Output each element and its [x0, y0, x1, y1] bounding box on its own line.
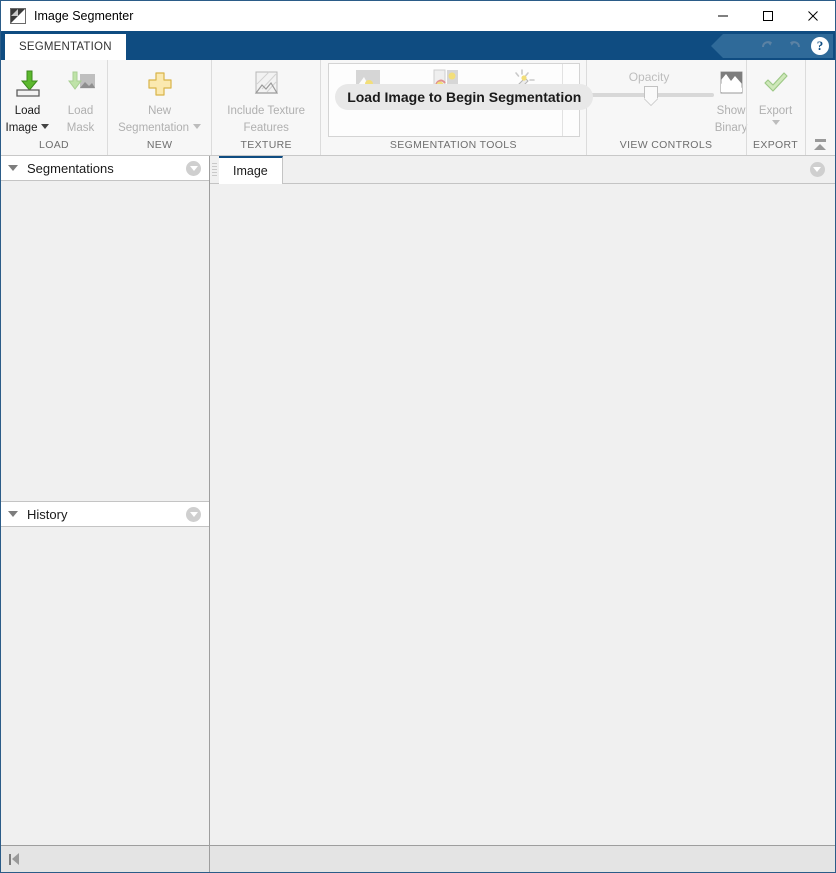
ribbon-group-segmentation-tools-title: SEGMENTATION TOOLS [389, 139, 517, 151]
ribbon-group-export-title: EXPORT [752, 139, 799, 151]
ribbon-quick-actions: ? [711, 34, 833, 58]
new-segmentation-button: New Segmentation [110, 64, 210, 135]
ribbon-group-view-controls: Opacity Show Binary VIEW CONTROLS [584, 60, 748, 155]
ribbon-group-new-segmentation: New Segmentation NEW SEGMENTATION [107, 60, 211, 166]
ribbon-group-new-segmentation-title: NEW SEGMENTATION [116, 139, 202, 166]
status-bar [1, 845, 835, 872]
tab-image[interactable]: Image [219, 156, 283, 184]
ribbon-group-export: Export EXPORT [745, 60, 805, 155]
segmentations-panel-title: Segmentations [27, 160, 114, 176]
ribbon-group-texture: Include Texture Features TEXTURE [211, 60, 320, 155]
left-panel-column: Segmentations History [1, 156, 210, 845]
segmentations-panel-menu-button[interactable] [186, 160, 201, 176]
panel-collapse-icon[interactable] [8, 511, 18, 517]
segmentations-panel-header: Segmentations [1, 156, 209, 181]
panel-collapse-icon[interactable] [8, 165, 18, 171]
document-column: Image [210, 156, 835, 845]
drag-grip-icon[interactable] [210, 156, 219, 183]
status-bar-left [1, 846, 210, 872]
chevron-down-icon [771, 120, 780, 125]
document-tab-bar: Image [210, 156, 835, 184]
status-bar-right [210, 846, 835, 872]
close-button[interactable] [790, 1, 835, 31]
history-panel: History [1, 501, 209, 845]
ribbon-group-texture-title: TEXTURE [240, 139, 292, 151]
collapse-ribbon-icon [812, 139, 828, 153]
minimize-button[interactable] [700, 1, 745, 31]
image-canvas[interactable] [210, 184, 835, 845]
app-icon [10, 8, 26, 24]
load-image-label-1: Load [14, 105, 41, 117]
document-menu-icon-wrap [809, 162, 825, 177]
load-mask-button: Load Mask [54, 64, 107, 135]
new-segmentation-icon [143, 67, 177, 101]
history-panel-body[interactable] [1, 527, 209, 845]
load-mask-label-1: Load [67, 105, 94, 117]
history-panel-header: History [1, 501, 209, 527]
help-icon-glyph: ? [811, 37, 829, 55]
maximize-button[interactable] [745, 1, 790, 31]
segmentations-panel: Segmentations [1, 156, 209, 501]
load-mask-icon [64, 67, 98, 101]
show-binary-button: Show Binary [714, 64, 748, 135]
new-segmentation-label-2: Segmentation [118, 122, 190, 134]
ribbon-group-segmentation-tools: Cut [320, 60, 594, 155]
load-image-label-2: Image [5, 122, 38, 134]
opacity-slider[interactable] [584, 86, 715, 99]
panel-menu-icon [189, 165, 198, 171]
show-binary-label-2: Binary [714, 122, 748, 134]
tab-segmentation[interactable]: SEGMENTATION [5, 34, 126, 60]
load-image-button[interactable]: Load Image [1, 64, 54, 135]
export-button: Export [748, 64, 804, 125]
segmentations-panel-body[interactable] [1, 181, 209, 501]
panel-menu-icon [813, 167, 821, 172]
panel-menu-icon [189, 511, 198, 517]
export-label: Export [758, 105, 793, 117]
ribbon: Load Image Load Mask LOAD New Segmentati… [1, 60, 835, 166]
window-title: Image Segmenter [34, 9, 134, 23]
export-icon [759, 67, 793, 101]
opacity-label: Opacity [628, 70, 670, 84]
chevron-down-icon [193, 124, 202, 129]
show-binary-icon [714, 67, 748, 101]
show-binary-label-1: Show [716, 105, 746, 117]
opacity-control: Opacity [584, 64, 715, 99]
redo-icon[interactable] [781, 34, 807, 58]
document-tab-bar-filler [282, 156, 799, 183]
texture-icon [249, 67, 283, 101]
title-bar: Image Segmenter [1, 1, 835, 31]
ribbon-group-load: Load Image Load Mask LOAD [1, 60, 107, 155]
include-texture-label-1: Include Texture [227, 105, 306, 117]
include-texture-features-button: Include Texture Features [212, 64, 320, 135]
load-image-icon [11, 67, 45, 101]
history-panel-title: History [27, 506, 68, 522]
undo-icon[interactable] [755, 34, 781, 58]
main-area: Segmentations History Image [1, 156, 835, 845]
chevron-down-icon[interactable] [41, 124, 50, 129]
opacity-slider-thumb[interactable] [644, 86, 659, 99]
new-segmentation-label-1: New [148, 105, 172, 117]
history-panel-menu-button[interactable] [186, 506, 201, 522]
tooltip-load-image-to-begin: Load Image to Begin Segmentation [335, 84, 594, 110]
window-controls [700, 1, 835, 31]
image-segmenter-window: Image Segmenter SEGMENTATION ? Load Imag… [0, 0, 836, 873]
ribbon-group-view-controls-title: VIEW CONTROLS [619, 139, 713, 151]
tab-segmentation-label: SEGMENTATION [19, 41, 112, 53]
ribbon-group-load-title: LOAD [39, 139, 69, 151]
include-texture-label-2: Features [243, 122, 289, 134]
collapse-ribbon-button[interactable] [804, 60, 835, 155]
document-menu-button[interactable] [799, 156, 835, 183]
ribbon-tab-strip: SEGMENTATION ? [1, 31, 835, 60]
load-mask-label-2: Mask [66, 122, 95, 134]
tab-image-label: Image [233, 164, 268, 178]
help-icon[interactable]: ? [807, 34, 833, 58]
go-to-start-icon[interactable] [9, 853, 19, 865]
